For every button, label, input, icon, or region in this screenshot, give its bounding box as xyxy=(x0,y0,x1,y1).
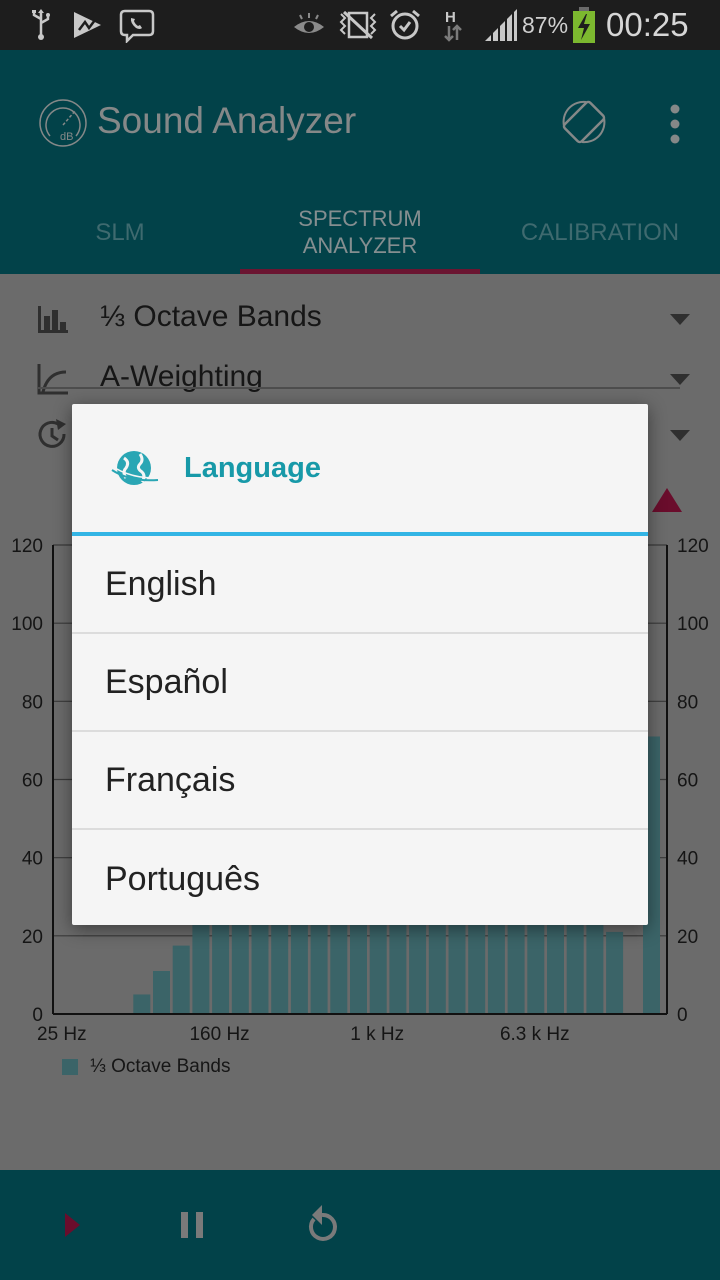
y-tick-label-right: 100 xyxy=(677,614,709,635)
y-tick-label-right: 120 xyxy=(677,536,709,557)
y-tick-label-left: 0 xyxy=(32,1005,43,1026)
language-option-portugues[interactable]: Português xyxy=(72,830,648,925)
language-dialog: Language English Español Français Portug… xyxy=(72,404,648,925)
x-tick-label: 6.3 k Hz xyxy=(500,1024,570,1045)
bar xyxy=(547,912,564,1014)
y-tick-label-left: 80 xyxy=(22,692,43,713)
bar xyxy=(212,912,230,1014)
y-tick-label-left: 120 xyxy=(11,536,43,557)
reset-icon xyxy=(308,1205,337,1241)
reset-button[interactable] xyxy=(295,1200,345,1250)
play-button[interactable] xyxy=(44,1200,94,1250)
legend-swatch xyxy=(62,1059,78,1075)
y-tick-label-right: 60 xyxy=(677,771,698,792)
y-tick-label-right: 80 xyxy=(677,692,698,713)
bar xyxy=(153,971,170,1014)
pause-icon xyxy=(181,1212,203,1238)
bar xyxy=(172,945,190,1014)
globe-icon xyxy=(110,448,162,490)
language-option-english[interactable]: English xyxy=(72,536,648,634)
dialog-title: Language xyxy=(184,452,321,484)
y-tick-label-right: 20 xyxy=(677,927,698,948)
y-tick-label-right: 0 xyxy=(677,1005,688,1026)
pause-button[interactable] xyxy=(168,1200,218,1250)
dialog-header: Language xyxy=(72,404,648,532)
legend-label: ⅓ Octave Bands xyxy=(90,1056,231,1077)
y-tick-label-right: 40 xyxy=(677,849,698,870)
y-tick-label-left: 40 xyxy=(22,849,43,870)
bar xyxy=(606,931,624,1014)
bar xyxy=(133,994,151,1014)
language-list: English Español Français Português xyxy=(72,536,648,925)
bar xyxy=(192,920,210,1014)
y-tick-label-left: 20 xyxy=(22,927,43,948)
language-option-espanol[interactable]: Español xyxy=(72,634,648,732)
y-tick-label-left: 100 xyxy=(11,614,43,635)
chart-legend: ⅓ Octave Bands xyxy=(62,1055,230,1079)
language-option-francais[interactable]: Français xyxy=(72,732,648,830)
bottom-toolbar xyxy=(0,1170,720,1280)
bar xyxy=(566,916,584,1014)
x-tick-label: 25 Hz xyxy=(37,1024,87,1045)
play-icon xyxy=(65,1213,80,1237)
x-tick-label: 1 k Hz xyxy=(350,1024,404,1045)
bar xyxy=(586,924,604,1014)
x-tick-label: 160 Hz xyxy=(189,1024,249,1045)
y-tick-label-left: 60 xyxy=(22,771,43,792)
